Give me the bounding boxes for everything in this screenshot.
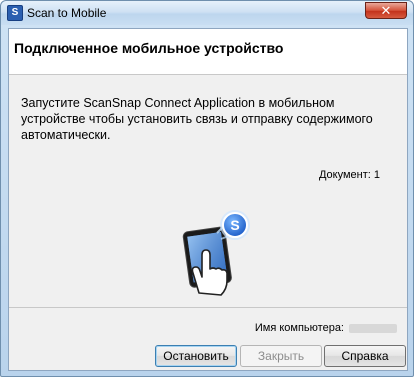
close-button[interactable]: Закрыть: [240, 345, 322, 367]
app-window: S Scan to Mobile ✕ Подключенное мобильно…: [0, 0, 414, 377]
tablet-touch-icon: S: [182, 210, 250, 296]
instructions-text: Запустите ScanSnap Connect Application в…: [21, 96, 373, 142]
title-bar[interactable]: S Scan to Mobile ✕: [1, 1, 413, 25]
help-button[interactable]: Справка: [324, 345, 406, 367]
stop-button[interactable]: Остановить: [155, 345, 237, 367]
footer-area: Имя компьютера: Остановить Закрыть Справ…: [9, 307, 407, 370]
content-area: Запустите ScanSnap Connect Application в…: [9, 75, 407, 307]
window-title: Scan to Mobile: [27, 6, 107, 20]
computer-name-value: [349, 324, 397, 333]
svg-text:S: S: [230, 217, 239, 233]
page-title: Подключенное мобильное устройство: [14, 40, 284, 56]
scansnap-app-icon: S: [7, 5, 23, 21]
document-count: Документ: 1: [318, 169, 380, 181]
dialog-client-area: Подключенное мобильное устройство Запуст…: [8, 28, 408, 371]
header-band: Подключенное мобильное устройство: [9, 29, 407, 75]
computer-name-label: Имя компьютера:: [254, 322, 344, 334]
close-window-button[interactable]: ✕: [365, 2, 407, 19]
